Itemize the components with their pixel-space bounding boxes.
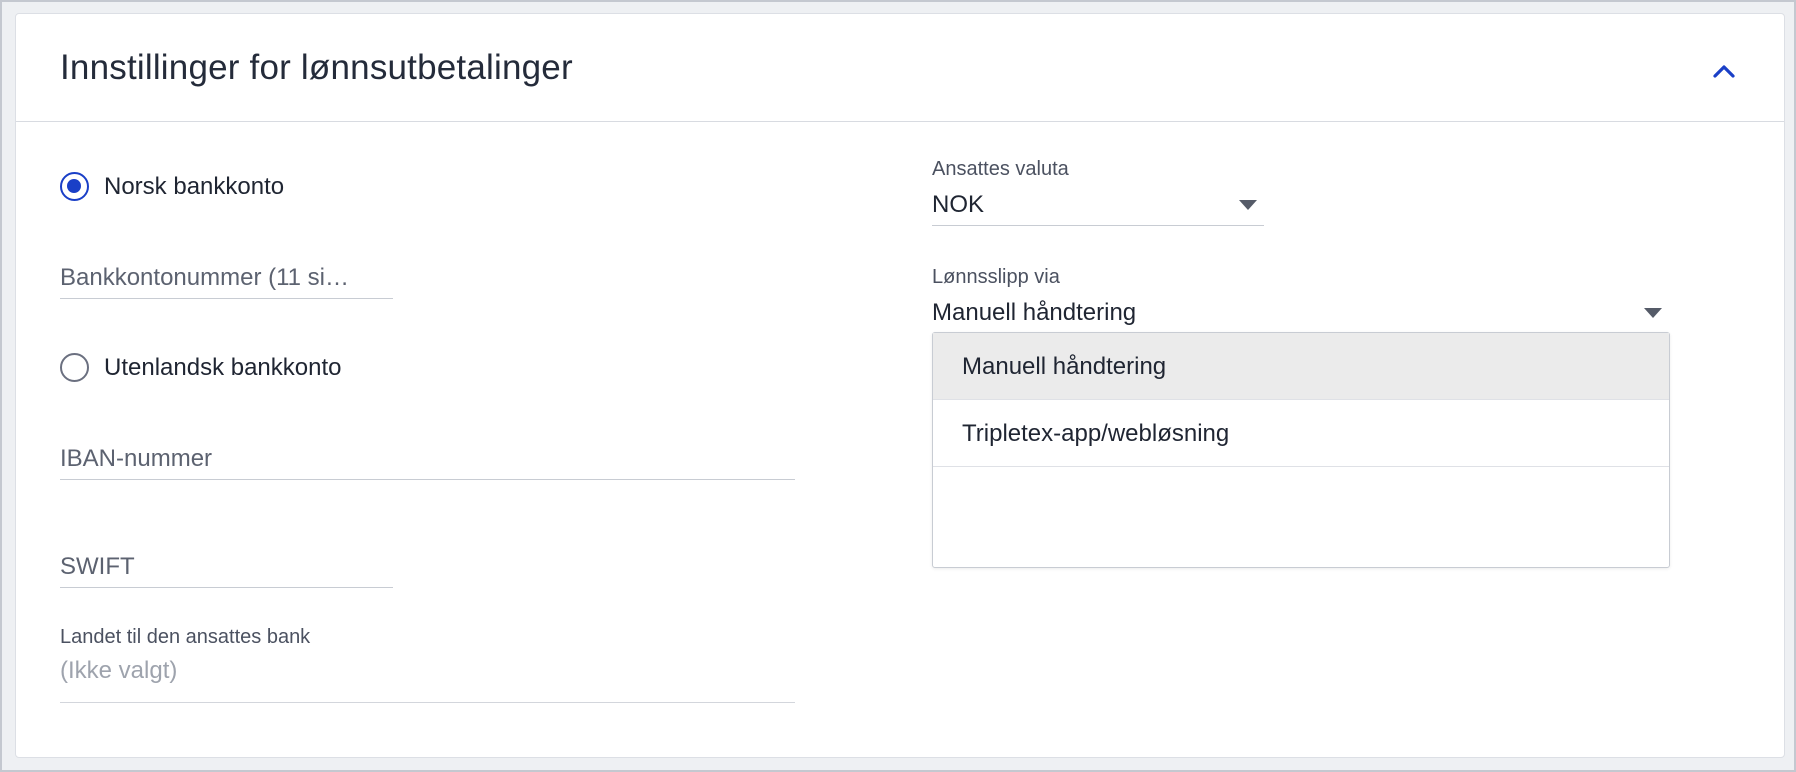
swift-input[interactable]	[60, 553, 393, 588]
radio-unchecked-icon	[60, 353, 89, 382]
payroll-settings-card: Innstillinger for lønnsutbetalinger Nors…	[15, 13, 1785, 758]
payslip-dropdown-menu: Manuell håndtering Tripletex-app/webløsn…	[932, 332, 1670, 568]
payslip-value: Manuell håndtering	[932, 299, 1137, 326]
caret-down-icon	[1644, 308, 1662, 318]
card-title: Innstillinger for lønnsutbetalinger	[60, 48, 573, 87]
iban-input[interactable]	[60, 445, 795, 480]
country-select[interactable]: Landet til den ansattes bank (Ikke valgt…	[60, 626, 795, 704]
chevron-up-icon	[1713, 65, 1735, 78]
currency-underline	[932, 225, 1264, 226]
norsk-bankkonto-radio[interactable]: Norsk bankkonto	[60, 172, 284, 201]
country-label: Landet til den ansattes bank	[60, 626, 311, 648]
payslip-select[interactable]: Lønnsslipp via Manuell håndtering	[932, 266, 1670, 332]
window-frame: Innstillinger for lønnsutbetalinger Nors…	[0, 0, 1796, 772]
country-underline	[60, 702, 795, 703]
utenlandsk-bankkonto-radio[interactable]: Utenlandsk bankkonto	[60, 353, 342, 382]
currency-label: Ansattes valuta	[932, 158, 1069, 180]
radio-checked-icon	[60, 172, 89, 201]
bankkonto-input[interactable]	[60, 264, 393, 299]
collapse-button[interactable]	[1706, 54, 1742, 90]
caret-down-icon	[1239, 200, 1257, 210]
norsk-bankkonto-label: Norsk bankkonto	[104, 172, 285, 200]
dropdown-option-manuell[interactable]: Manuell håndtering	[933, 333, 1669, 400]
payslip-label: Lønnsslipp via	[932, 266, 1060, 288]
utenlandsk-bankkonto-label: Utenlandsk bankkonto	[104, 353, 342, 381]
card-header: Innstillinger for lønnsutbetalinger	[16, 14, 1784, 122]
country-value: (Ikke valgt)	[60, 657, 178, 684]
dropdown-option-tripletex[interactable]: Tripletex-app/webløsning	[933, 400, 1669, 467]
currency-select[interactable]: Ansattes valuta NOK	[932, 158, 1264, 226]
currency-value: NOK	[932, 191, 985, 218]
